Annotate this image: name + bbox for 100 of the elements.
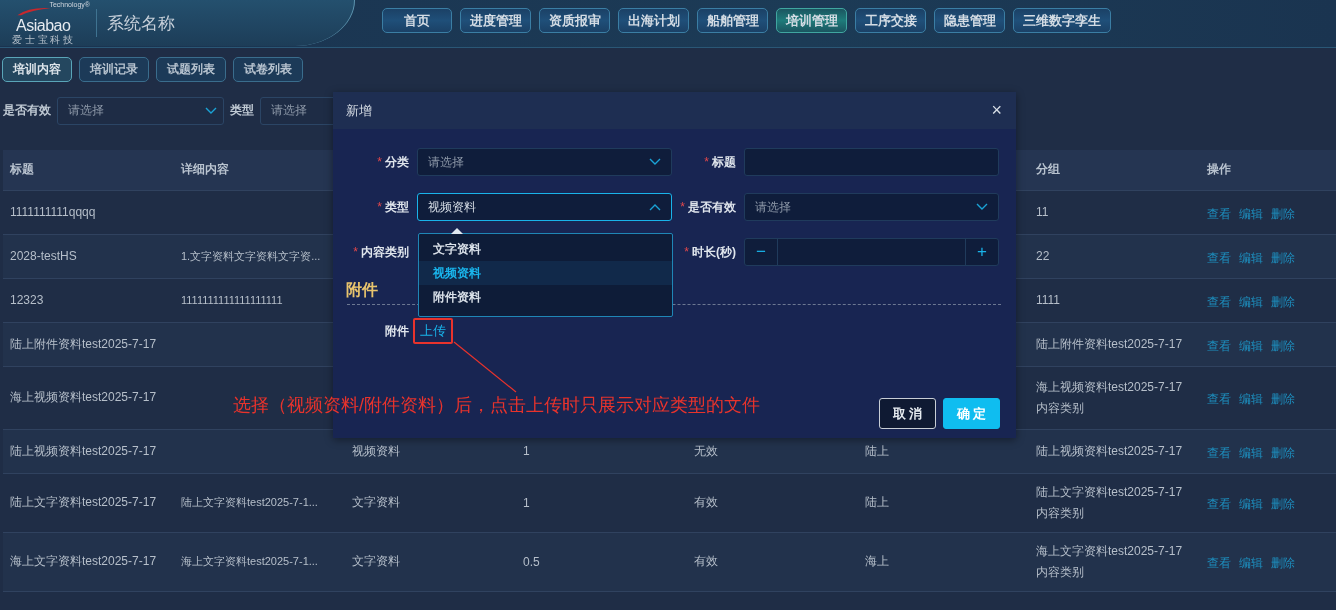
close-button[interactable]: × [991,100,1002,121]
column-header: 详细内容 [181,162,229,177]
column-header: 标题 [10,162,34,177]
nav-tab[interactable]: 隐患管理 [934,8,1005,33]
nav-tab[interactable]: 培训管理 [776,8,847,33]
table-cell: 海上文字资料test2025-7-1... [181,555,318,567]
action-link[interactable]: 查看 [1207,496,1231,513]
table-cell: 陆上 [865,443,889,458]
action-link[interactable]: 编辑 [1239,293,1263,311]
action-link[interactable]: 删除 [1271,496,1295,513]
sub-tab[interactable]: 试题列表 [156,57,226,82]
action-link[interactable]: 删除 [1271,337,1295,355]
action-link[interactable]: 删除 [1271,293,1295,311]
action-link[interactable]: 删除 [1271,249,1295,267]
action-link[interactable]: 查看 [1207,249,1231,267]
form-label: * 类型 [376,198,409,216]
action-link[interactable]: 查看 [1207,391,1231,408]
action-link[interactable]: 查看 [1207,337,1231,355]
sub-tab[interactable]: 培训记录 [79,57,149,82]
sub-tab[interactable]: 培训内容 [2,57,72,82]
chevron-down-icon [205,106,217,115]
action-link[interactable]: 查看 [1207,555,1231,572]
logo-wordmark: Asiabao [16,17,71,34]
nav-tab[interactable]: 资质报审 [539,8,610,33]
table-cell: 陆上文字资料test2025-7-17 [10,495,157,509]
confirm-button[interactable]: 确 定 [943,398,1000,429]
table-cell: 文字资料 [352,554,400,568]
increment-button[interactable]: + [966,242,998,262]
select-field[interactable]: 请选择 [744,193,999,221]
table-cell-text: 海上视频资料test2025-7-17 内容类别 [1036,378,1183,417]
table-cell: 陆上附件资料test2025-7-17 [10,336,157,351]
dropdown-option[interactable]: 视频资料 [419,261,672,285]
table-cell: 1 [523,495,530,510]
form-label: 附件 [384,322,409,340]
table-cell: 陆上文字资料test2025-7-1... [181,496,318,508]
table-cell-text: 11 [1036,203,1049,221]
form-label: * 标题 [703,153,736,171]
action-link[interactable]: 编辑 [1239,391,1263,408]
chevron-up-icon [649,203,661,211]
action-link[interactable]: 查看 [1207,205,1231,223]
select-field[interactable]: 请选择 [417,148,672,176]
table-cell-text: 海上文字资料test2025-7-17 内容类别 [1036,542,1183,581]
nav-tab[interactable]: 三维数字孪生 [1013,8,1111,33]
nav-tab[interactable]: 工序交接 [855,8,926,33]
table-cell: 视频资料 [352,443,400,458]
cancel-button[interactable]: 取 消 [879,398,936,429]
column-header: 分组 [1036,162,1060,177]
action-link[interactable]: 编辑 [1239,249,1263,267]
system-name: 系统名称 [107,12,175,35]
form-label: * 内容类别 [352,243,409,261]
action-link[interactable]: 查看 [1207,444,1231,462]
action-link[interactable]: 编辑 [1239,444,1263,462]
dialog-title: 新增 [346,101,372,120]
table-cell: 1.文字资料文字资料文字资... [181,249,321,262]
action-link[interactable]: 删除 [1271,391,1295,408]
logo-subtitle: 爱 士 宝 科 技 [12,34,74,45]
nav-tab[interactable]: 首页 [382,8,452,33]
table-cell-text: 陆上附件资料test2025-7-17 [1036,335,1183,353]
action-link[interactable]: 编辑 [1239,496,1263,513]
form-label: * 是否有效 [679,198,736,216]
section-title: 附件 [346,280,378,300]
dropdown-option[interactable]: 附件资料 [419,285,672,309]
filter-label: 类型 [230,102,254,119]
form-label: * 时长(秒) [683,243,736,261]
filter-label: 是否有效 [3,102,51,119]
nav-tab[interactable]: 进度管理 [460,8,531,33]
decrement-button[interactable]: − [745,242,777,262]
number-field[interactable]: − + [744,238,999,266]
table-cell-text: 陆上视频资料test2025-7-17 [1036,442,1183,460]
table-cell: 海上视频资料test2025-7-17 [10,390,157,404]
select-field[interactable]: 视频资料 [417,193,672,221]
table-cell-text: 陆上文字资料test2025-7-17 内容类别 [1036,483,1183,522]
table-cell: 1111111111111111111 [181,294,283,306]
action-link[interactable]: 编辑 [1239,337,1263,355]
table-cell: 2028-testHS [10,249,77,263]
table-cell-text: 1111 [1036,291,1061,309]
nav-tab[interactable]: 出海计划 [618,8,689,33]
sub-tab[interactable]: 试卷列表 [233,57,303,82]
upload-link[interactable]: 上传 [420,323,446,338]
chevron-down-icon [976,203,988,211]
action-link[interactable]: 删除 [1271,205,1295,223]
table-cell: 1 [523,444,530,458]
nav-tab[interactable]: 船舶管理 [697,8,768,33]
input-field[interactable] [744,148,999,176]
table-cell: 有效 [694,495,718,509]
table-cell: 海上文字资料test2025-7-17 [10,554,157,568]
action-link[interactable]: 编辑 [1239,205,1263,223]
action-link[interactable]: 编辑 [1239,555,1263,572]
table-cell-text: 22 [1036,247,1050,265]
action-link[interactable]: 删除 [1271,444,1295,462]
table-cell: 1111111111qqqq [10,205,96,219]
table-cell: 0.5 [523,554,540,569]
action-link[interactable]: 查看 [1207,293,1231,311]
filter-select[interactable]: 请选择 [57,96,224,125]
dropdown-option[interactable]: 文字资料 [419,237,672,261]
table-cell: 无效 [694,443,718,458]
table-cell: 陆上 [865,495,889,509]
action-link[interactable]: 删除 [1271,555,1295,572]
table-cell: 有效 [694,554,718,568]
table-cell: 12323 [10,293,44,307]
